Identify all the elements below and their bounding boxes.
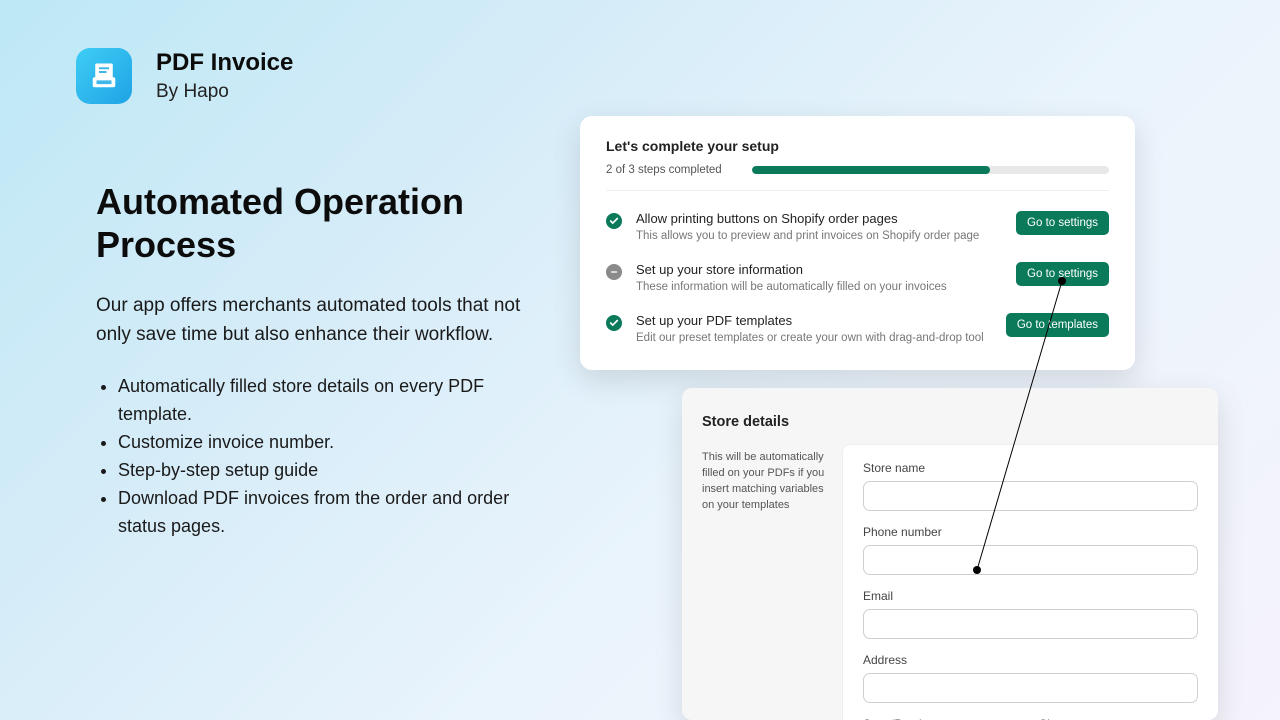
store-name-input[interactable]	[863, 481, 1198, 511]
progress-fill	[752, 166, 990, 174]
setup-step: Set up your PDF templates Edit our prese…	[606, 313, 1109, 344]
store-details-card: Store details This will be automatically…	[682, 388, 1218, 720]
step-desc: These information will be automatically …	[636, 281, 1002, 293]
hero-bullet: Step-by-step setup guide	[118, 457, 560, 485]
step-title: Set up your PDF templates	[636, 313, 992, 328]
hero-title: Automated Operation Process	[96, 180, 560, 266]
progress-text: 2 of 3 steps completed	[606, 164, 736, 176]
email-label: Email	[863, 589, 1198, 603]
check-icon	[606, 315, 622, 331]
setup-card: Let's complete your setup 2 of 3 steps c…	[580, 116, 1135, 370]
app-title: PDF Invoice	[156, 49, 293, 77]
step-title: Set up your store information	[636, 262, 1002, 277]
check-icon	[606, 213, 622, 229]
hero-bullet: Download PDF invoices from the order and…	[118, 485, 560, 541]
minus-icon	[606, 264, 622, 280]
store-name-label: Store name	[863, 461, 1198, 475]
connector-dot	[973, 566, 981, 574]
hero-description: Our app offers merchants automated tools…	[96, 292, 560, 349]
step-desc: Edit our preset templates or create your…	[636, 332, 992, 344]
hero-bullet-list: Automatically filled store details on ev…	[118, 373, 560, 540]
hero-bullet: Customize invoice number.	[118, 429, 560, 457]
app-icon	[76, 48, 132, 104]
details-form: Store name Phone number Email Address St…	[842, 444, 1218, 720]
step-desc: This allows you to preview and print inv…	[636, 230, 1002, 242]
details-blurb: This will be automatically filled on you…	[682, 444, 842, 720]
step-title: Allow printing buttons on Shopify order …	[636, 211, 1002, 226]
setup-step: Allow printing buttons on Shopify order …	[606, 211, 1109, 242]
details-title: Store details	[682, 408, 1218, 444]
email-input[interactable]	[863, 609, 1198, 639]
hero-bullet: Automatically filled store details on ev…	[118, 373, 560, 429]
phone-input[interactable]	[863, 545, 1198, 575]
progress-bar	[752, 166, 1109, 174]
setup-step: Set up your store information These info…	[606, 262, 1109, 293]
phone-label: Phone number	[863, 525, 1198, 539]
go-to-templates-button[interactable]: Go to templates	[1006, 313, 1109, 337]
address-label: Address	[863, 653, 1198, 667]
setup-title: Let's complete your setup	[606, 138, 1109, 154]
go-to-settings-button[interactable]: Go to settings	[1016, 211, 1109, 235]
app-subtitle: By Hapo	[156, 81, 293, 103]
address-input[interactable]	[863, 673, 1198, 703]
connector-dot	[1058, 277, 1066, 285]
